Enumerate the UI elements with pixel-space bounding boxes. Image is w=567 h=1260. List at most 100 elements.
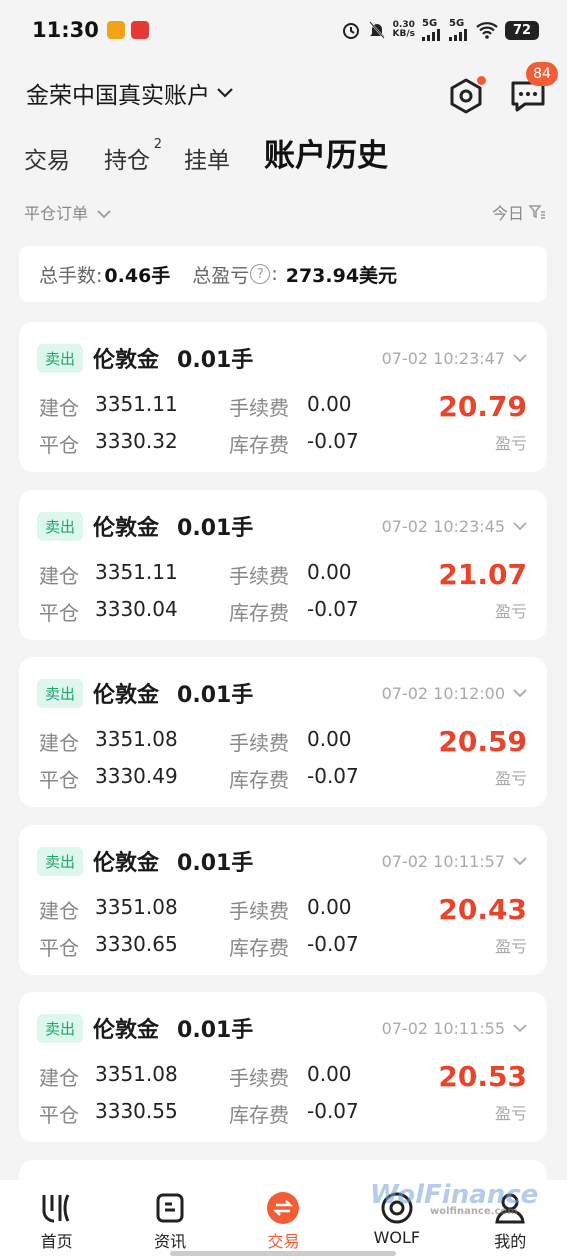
nav-news[interactable]: 资讯	[120, 1190, 220, 1252]
order-card[interactable]: 卖出 伦敦金 0.01手 07-02 10:11:55 建仓 3351.08 手…	[19, 992, 547, 1142]
order-time: 07-02 10:12:00	[382, 684, 527, 703]
tab-account-history[interactable]: 账户历史	[264, 130, 388, 175]
fee-value: 0.00	[307, 727, 352, 751]
chevron-down-icon	[513, 522, 527, 531]
order-pnl: 20.43	[438, 893, 527, 926]
order-pnl: 20.59	[438, 725, 527, 758]
swap-value: -0.07	[307, 429, 359, 453]
sell-tag: 卖出	[37, 678, 84, 708]
fee-value: 0.00	[307, 560, 352, 584]
tab-positions[interactable]: 持仓 2	[104, 137, 162, 175]
chevron-down-icon	[513, 1024, 527, 1033]
chevron-down-icon	[513, 857, 527, 866]
order-card[interactable]: 卖出 伦敦金 0.01手 07-02 10:23:47 建仓 3351.11 手…	[19, 322, 547, 472]
notification-app-icon	[130, 21, 149, 39]
order-pnl: 20.79	[438, 390, 527, 423]
order-symbol: 伦敦金	[93, 1018, 160, 1043]
order-type-filter[interactable]: 平仓订单	[24, 200, 111, 224]
pnl-label: 盈亏	[494, 434, 527, 453]
total-pnl-colon: :	[271, 263, 278, 285]
order-symbol: 伦敦金	[93, 683, 160, 708]
order-pnl: 20.53	[438, 1060, 527, 1093]
order-time: 07-02 10:23:47	[382, 349, 527, 368]
close-label: 平仓	[39, 433, 79, 457]
chevron-down-icon[interactable]	[216, 87, 234, 99]
order-lot: 0.01手	[177, 516, 254, 541]
settings-alert-dot	[477, 76, 486, 85]
order-lot: 0.01手	[177, 348, 254, 373]
swap-label: 库存费	[229, 936, 289, 960]
signal-2: 5G	[449, 19, 469, 41]
total-pnl-label: 总盈亏	[192, 264, 250, 287]
tab-trade[interactable]: 交易	[24, 141, 70, 175]
swap-label: 库存费	[229, 601, 289, 625]
swap-label: 库存费	[229, 768, 289, 792]
total-lots-label: 总手数:	[39, 264, 103, 287]
tab-pending-orders[interactable]: 挂单	[184, 141, 230, 175]
sell-tag: 卖出	[37, 1013, 84, 1043]
order-card[interactable]: 卖出 伦敦金 0.01手 07-02 10:11:57 建仓 3351.08 手…	[19, 825, 547, 975]
pnl-label: 盈亏	[494, 602, 527, 621]
chevron-down-icon	[513, 689, 527, 698]
open-price: 3351.08	[95, 895, 178, 919]
close-price: 3330.04	[95, 597, 178, 621]
order-symbol: 伦敦金	[93, 516, 160, 541]
filter-row: 平仓订单 今日	[24, 200, 546, 224]
chevron-down-icon	[513, 354, 527, 363]
sell-tag: 卖出	[37, 511, 84, 541]
positions-count: 2	[153, 137, 162, 152]
account-selector[interactable]: 金荣中国真实账户	[26, 76, 210, 110]
close-price: 3330.32	[95, 429, 178, 453]
main-tabs: 交易 持仓 2 挂单 账户历史	[24, 130, 388, 175]
pnl-label: 盈亏	[494, 1104, 527, 1123]
messages-button[interactable]: 84	[508, 62, 558, 116]
settings-button[interactable]	[446, 76, 486, 116]
swap-value: -0.07	[307, 932, 359, 956]
nav-trade[interactable]: 交易	[233, 1190, 333, 1252]
open-price: 3351.08	[95, 1062, 178, 1086]
swap-label: 库存费	[229, 433, 289, 457]
order-card[interactable]: 卖出 伦敦金 0.01手 07-02 10:23:45 建仓 3351.11 手…	[19, 490, 547, 640]
close-label: 平仓	[39, 601, 79, 625]
help-icon[interactable]: ?	[250, 264, 271, 284]
close-label: 平仓	[39, 768, 79, 792]
pnl-label: 盈亏	[494, 937, 527, 956]
filter-icon	[528, 205, 545, 219]
order-time: 07-02 10:11:57	[382, 852, 527, 871]
notification-app-icon	[106, 21, 125, 39]
status-time: 11:30	[32, 18, 99, 42]
signal-icon	[449, 29, 467, 41]
total-pnl-value: 273.94美元	[285, 264, 398, 287]
fee-value: 0.00	[307, 1062, 352, 1086]
network-speed: 0.30 KB/s	[392, 20, 415, 39]
mute-bell-icon	[368, 21, 385, 39]
home-logo-icon	[42, 1194, 70, 1223]
home-indicator	[170, 1251, 396, 1256]
swap-value: -0.07	[307, 597, 359, 621]
date-filter[interactable]: 今日	[492, 200, 546, 224]
fee-label: 手续费	[229, 1066, 289, 1090]
open-label: 建仓	[39, 899, 79, 923]
close-price: 3330.65	[95, 932, 178, 956]
nav-home[interactable]: 首页	[7, 1190, 107, 1252]
open-label: 建仓	[39, 1066, 79, 1090]
trade-icon	[267, 1192, 300, 1224]
chevron-down-icon	[97, 210, 111, 219]
order-lot: 0.01手	[177, 1018, 254, 1043]
fee-value: 0.00	[307, 392, 352, 416]
open-label: 建仓	[39, 731, 79, 755]
battery-indicator: 72	[505, 20, 539, 40]
alarm-icon	[342, 23, 359, 39]
order-time: 07-02 10:11:55	[382, 1019, 527, 1038]
total-lots-value: 0.46手	[104, 264, 171, 287]
order-card[interactable]: 卖出 伦敦金 0.01手 07-02 10:12:00 建仓 3351.08 手…	[19, 657, 547, 807]
signal-icon	[422, 29, 440, 41]
pnl-label: 盈亏	[494, 769, 527, 788]
close-price: 3330.49	[95, 764, 178, 788]
open-label: 建仓	[39, 564, 79, 588]
close-price: 3330.55	[95, 1099, 178, 1123]
sell-tag: 卖出	[37, 343, 84, 373]
open-price: 3351.08	[95, 727, 178, 751]
wifi-icon	[476, 22, 498, 39]
order-lot: 0.01手	[177, 683, 254, 708]
